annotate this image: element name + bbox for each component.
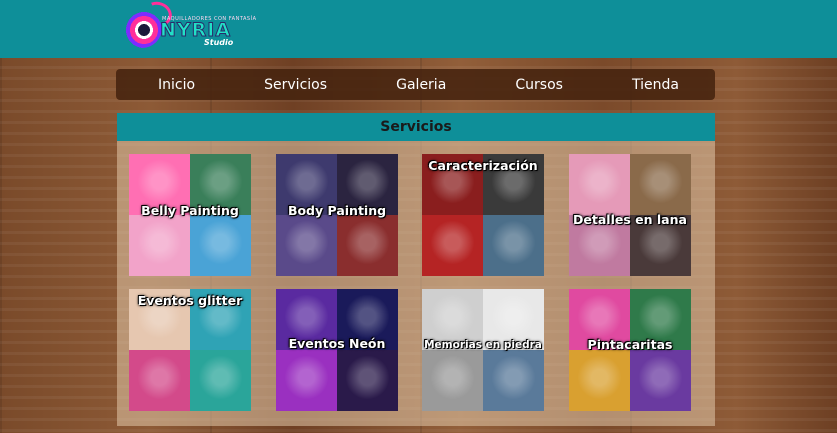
service-tile-memorias-en-piedra[interactable]: Memorias en piedra — [422, 289, 544, 411]
service-label: Caracterización — [428, 158, 538, 173]
tile-photo — [337, 350, 398, 411]
service-label: Belly Painting — [141, 203, 239, 218]
tile-photo — [422, 215, 483, 276]
tile-photo — [129, 350, 190, 411]
tile-photo — [483, 215, 544, 276]
logo-sub: Studio — [204, 38, 234, 47]
service-tile-eventos-glitter[interactable]: Eventos glitter — [129, 289, 251, 411]
nav-item-servicios[interactable]: Servicios — [264, 77, 327, 93]
service-label: Body Painting — [287, 203, 387, 218]
site-logo[interactable]: MAQUILLADORES CON FANTASÍA NYRIA Studio — [122, 0, 256, 54]
service-label: Eventos glitter — [137, 293, 243, 308]
service-tile-body-painting[interactable]: Body Painting — [276, 154, 398, 276]
section-title: Servicios — [380, 119, 452, 135]
tile-photo — [190, 350, 251, 411]
nav-item-galeria[interactable]: Galeria — [396, 77, 446, 93]
tile-photo — [129, 215, 190, 276]
tile-photo — [630, 350, 691, 411]
tile-photo — [337, 215, 398, 276]
tile-photo — [190, 215, 251, 276]
nav-item-cursos[interactable]: Cursos — [515, 77, 563, 93]
top-bar: MAQUILLADORES CON FANTASÍA NYRIA Studio — [0, 0, 837, 58]
tile-photo — [483, 350, 544, 411]
tile-photo — [276, 215, 337, 276]
tile-photo — [569, 154, 630, 215]
tile-photo — [630, 154, 691, 215]
nav-item-inicio[interactable]: Inicio — [158, 77, 195, 93]
tile-photo — [569, 350, 630, 411]
service-label: Memorias en piedra — [424, 339, 542, 351]
services-header: Servicios — [117, 113, 715, 141]
nav-item-tienda[interactable]: Tienda — [632, 77, 679, 93]
service-tile-detalles-en-lana[interactable]: Detalles en lana — [569, 154, 691, 276]
service-tile-eventos-neon[interactable]: Eventos Neón — [276, 289, 398, 411]
service-label: Detalles en lana — [573, 212, 687, 227]
service-tile-caracterizacion[interactable]: Caracterización — [422, 154, 544, 276]
service-label: Pintacaritas — [587, 337, 673, 352]
service-tile-belly-painting[interactable]: Belly Painting — [129, 154, 251, 276]
service-tile-pintacaritas[interactable]: Pintacaritas — [569, 289, 691, 411]
tile-photo — [276, 350, 337, 411]
service-label: Eventos Neón — [288, 336, 386, 351]
tile-photo — [422, 350, 483, 411]
services-panel: Servicios Belly Painting Body Painting C… — [117, 113, 715, 426]
main-nav: Inicio Servicios Galeria Cursos Tienda — [116, 69, 715, 100]
